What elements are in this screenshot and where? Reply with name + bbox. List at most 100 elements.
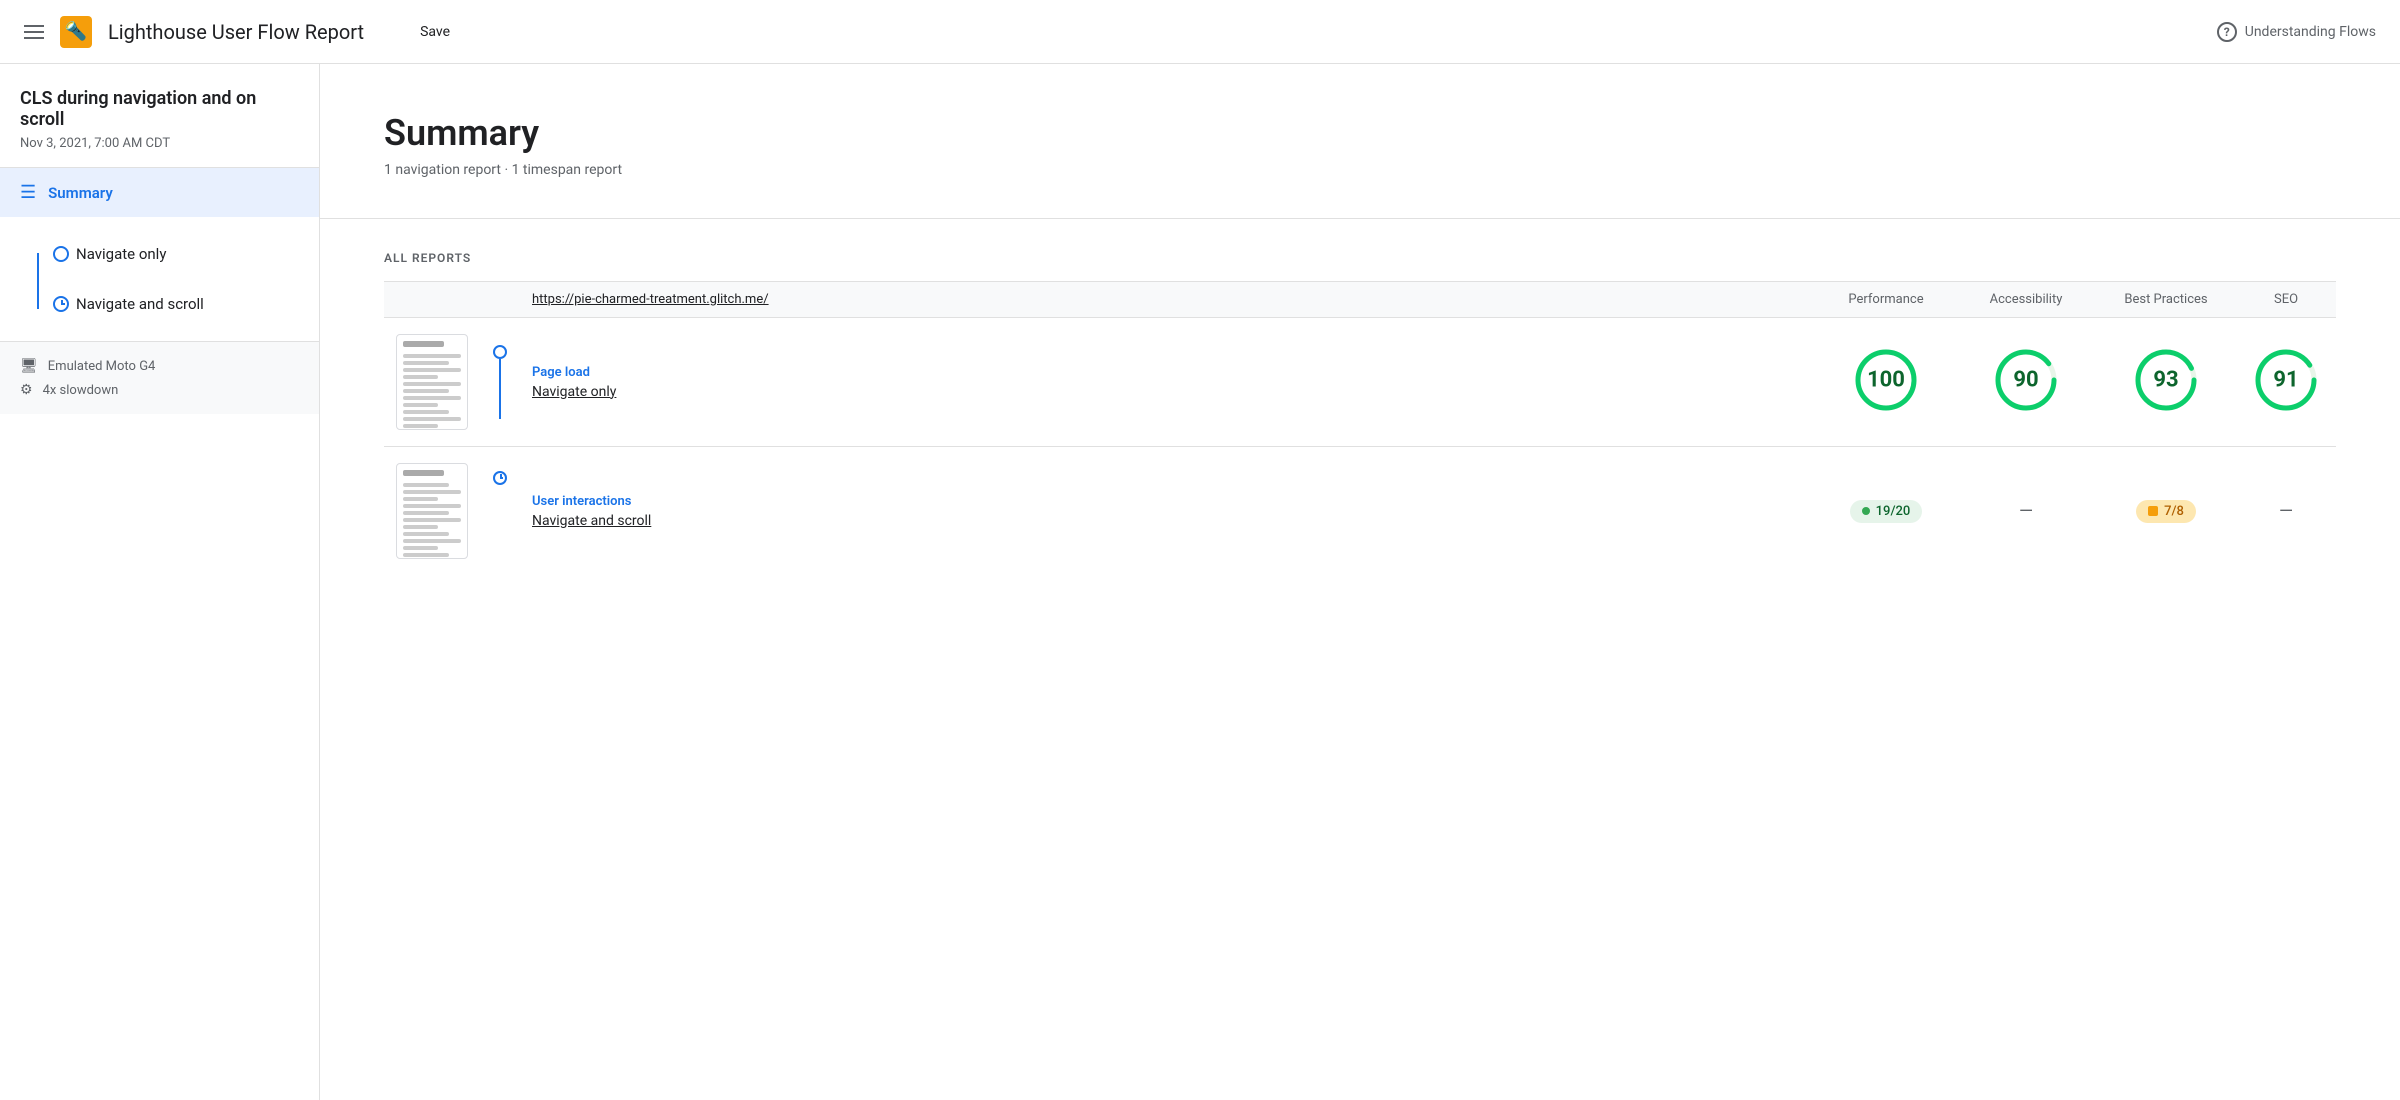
thumb-line xyxy=(403,504,461,508)
seo-score-value-1: 91 xyxy=(2273,368,2298,393)
thumb-line xyxy=(403,389,449,393)
sidebar-item-navigate-scroll[interactable]: Navigate and scroll xyxy=(60,283,319,325)
perf-score-cell-2: 19/20 xyxy=(1816,447,1956,576)
sidebar-nav: Navigate only Navigate and scroll xyxy=(0,217,319,342)
bp-score-cell-2: 7/8 xyxy=(2096,447,2236,576)
sidebar-item-summary[interactable]: ☰ Summary xyxy=(0,168,319,217)
thumb-line xyxy=(403,470,444,476)
thumb-line xyxy=(403,375,438,379)
thumb-line xyxy=(403,511,449,515)
summary-subtitle: 1 navigation report · 1 timespan report xyxy=(384,162,2336,178)
thumbnail-cell-1 xyxy=(384,318,480,447)
meta-device-label: Emulated Moto G4 xyxy=(48,359,156,374)
monitor-icon: 🖥 xyxy=(20,358,38,374)
url-col-header: https://pie-charmed-treatment.glitch.me/ xyxy=(520,282,1816,318)
thumbnail-cell-2 xyxy=(384,447,480,576)
bp-score-pill-2: 7/8 xyxy=(2136,500,2196,523)
thumb-line xyxy=(403,497,438,501)
list-icon: ☰ xyxy=(20,182,36,203)
logo-icon: 🔦 xyxy=(60,16,92,48)
perf-score-value-2: 19/20 xyxy=(1876,504,1911,519)
summary-title: Summary xyxy=(384,112,2336,154)
summary-label: Summary xyxy=(48,184,113,202)
thumb-col-header xyxy=(384,282,480,318)
understanding-flows-link[interactable]: ? Understanding Flows xyxy=(2217,22,2376,42)
thumb-line xyxy=(403,490,461,494)
thumb-line xyxy=(403,539,461,543)
report-info-cell-2: User interactions Navigate and scroll xyxy=(520,447,1816,576)
table-row: Page load Navigate only 100 xyxy=(384,318,2336,447)
help-icon: ? xyxy=(2217,22,2237,42)
bp-score-value-1: 93 xyxy=(2153,368,2178,393)
thumb-line xyxy=(403,532,449,536)
header: 🔦 Lighthouse User Flow Report Save ? Und… xyxy=(0,0,2400,64)
nav-item-label: Navigate only xyxy=(76,245,166,263)
thumb-line xyxy=(403,403,438,407)
bp-score-value-2: 7/8 xyxy=(2164,504,2184,519)
green-dot-icon xyxy=(1862,507,1870,515)
thumb-line xyxy=(403,341,444,347)
thumb-line xyxy=(403,354,461,358)
report-type-label-1: Page load xyxy=(532,365,1804,380)
reports-section: ALL REPORTS https://pie-charmed-treatmen… xyxy=(320,219,2400,607)
meta-cpu-label: 4x slowdown xyxy=(43,383,119,398)
app-title: Lighthouse User Flow Report xyxy=(108,20,364,44)
report-name-link-2[interactable]: Navigate and scroll xyxy=(532,513,1804,529)
report-info-cell-1: Page load Navigate only xyxy=(520,318,1816,447)
access-col-header: Accessibility xyxy=(1956,282,2096,318)
table-row: User interactions Navigate and scroll 19… xyxy=(384,447,2336,576)
perf-col-header: Performance xyxy=(1816,282,1956,318)
bp-col-header: Best Practices xyxy=(2096,282,2236,318)
project-date: Nov 3, 2021, 7:00 AM CDT xyxy=(20,136,299,151)
sidebar-meta: 🖥 Emulated Moto G4 ⚙ 4x slowdown xyxy=(0,342,319,414)
thumb-line xyxy=(403,417,461,421)
menu-icon[interactable] xyxy=(24,25,44,39)
thumb-line xyxy=(403,518,461,522)
nav-item-label: Navigate and scroll xyxy=(76,295,204,313)
understanding-flows-label: Understanding Flows xyxy=(2245,24,2376,40)
perf-score-value-1: 100 xyxy=(1867,368,1905,393)
thumb-line xyxy=(403,361,449,365)
perf-score-pill-2: 19/20 xyxy=(1850,500,1923,523)
meta-device: 🖥 Emulated Moto G4 xyxy=(20,358,299,374)
sidebar: CLS during navigation and on scroll Nov … xyxy=(0,64,320,1100)
flow-dot-circle xyxy=(493,345,507,359)
reports-table: https://pie-charmed-treatment.glitch.me/… xyxy=(384,282,2336,575)
cpu-icon: ⚙ xyxy=(20,382,33,398)
thumb-line xyxy=(403,553,449,557)
bp-score-cell-1: 93 xyxy=(2096,318,2236,447)
main-content: Summary 1 navigation report · 1 timespan… xyxy=(320,64,2400,1100)
seo-dash-2: — xyxy=(2279,501,2293,522)
report-name-link-1[interactable]: Navigate only xyxy=(532,384,1804,400)
access-score-cell-1: 90 xyxy=(1956,318,2096,447)
thumb-line xyxy=(403,382,461,386)
thumb-line xyxy=(403,525,438,529)
flow-dot-clock xyxy=(493,471,507,485)
project-title: CLS during navigation and on scroll xyxy=(20,88,299,130)
all-reports-label: ALL REPORTS xyxy=(384,251,2336,265)
sidebar-project: CLS during navigation and on scroll Nov … xyxy=(0,64,319,168)
flow-cell-1 xyxy=(480,318,520,447)
report-type-label-2: User interactions xyxy=(532,494,1804,509)
access-score-cell-2: — xyxy=(1956,447,2096,576)
sidebar-item-navigate-only[interactable]: Navigate only xyxy=(60,233,319,275)
table-header-row: https://pie-charmed-treatment.glitch.me/… xyxy=(384,282,2336,318)
flow-col-header xyxy=(480,282,520,318)
save-button[interactable]: Save xyxy=(404,18,466,46)
url-header: https://pie-charmed-treatment.glitch.me/ xyxy=(532,292,769,307)
perf-score-cell-1: 100 xyxy=(1816,318,1956,447)
access-dash-2: — xyxy=(2019,501,2033,522)
seo-col-header: SEO xyxy=(2236,282,2336,318)
thumb-line xyxy=(403,424,438,428)
flow-cell-2 xyxy=(480,447,520,576)
summary-section: Summary 1 navigation report · 1 timespan… xyxy=(320,64,2400,219)
meta-cpu: ⚙ 4x slowdown xyxy=(20,382,299,398)
orange-square-icon xyxy=(2148,506,2158,516)
thumb-line xyxy=(403,410,449,414)
seo-score-cell-2: — xyxy=(2236,447,2336,576)
thumb-line xyxy=(403,368,461,372)
thumb-line xyxy=(403,483,449,487)
flow-line xyxy=(499,359,501,419)
seo-score-cell-1: 91 xyxy=(2236,318,2336,447)
thumb-line xyxy=(403,546,438,550)
